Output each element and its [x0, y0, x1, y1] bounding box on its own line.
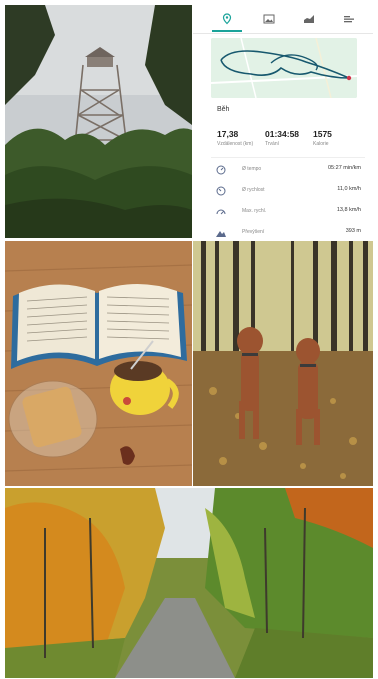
row-value: 13,8 km/h	[336, 207, 361, 213]
stat-value: 01:34:58	[265, 129, 300, 139]
active-tab-indicator	[212, 30, 242, 32]
stat-label: Kalorie	[313, 141, 329, 147]
row-label: Max. rychl.	[242, 208, 267, 214]
row-value: 05:27 min/km	[327, 165, 361, 171]
row-value: 11,0 km/h	[337, 186, 361, 192]
photo-forest-path[interactable]	[5, 488, 373, 678]
row-max-speed: Max. rychl. 13,8 km/h	[211, 204, 365, 220]
tab-chart[interactable]	[300, 10, 318, 28]
map-pin-icon	[222, 13, 232, 25]
max-speed-icon	[216, 209, 226, 215]
row-label: Ø tempo	[242, 166, 262, 172]
stat-value: 1575	[313, 129, 332, 139]
photo-book-coffee[interactable]	[5, 241, 192, 486]
tab-photos[interactable]	[260, 10, 278, 28]
tab-bar	[193, 5, 373, 34]
row-avg-speed: Ø rychlost 11,0 km/h	[211, 183, 365, 199]
route-map[interactable]	[211, 38, 357, 98]
image-icon	[263, 14, 275, 24]
chart-icon	[304, 15, 314, 23]
row-label: Ø rychlost	[242, 187, 265, 193]
stat-value: 17,38	[217, 129, 239, 139]
row-elevation: Převýšení 393 m	[211, 225, 365, 240]
stat-duration: 01:34:58 Trvání	[265, 129, 299, 147]
elevation-icon	[216, 231, 226, 237]
route-end-marker	[346, 75, 352, 81]
speed-icon	[216, 186, 226, 196]
photo-dogs-forest[interactable]	[193, 241, 373, 486]
tempo-icon	[216, 165, 226, 175]
list-icon	[344, 16, 354, 23]
tab-map[interactable]	[218, 10, 236, 28]
stat-label: Vzdálenost (km)	[217, 141, 254, 147]
row-avg-pace: Ø tempo 05:27 min/km	[211, 162, 365, 178]
activity-summary-panel: Běh 17,38 Vzdálenost (km) 01:34:58 Trván…	[193, 5, 373, 240]
photo-lookout-tower[interactable]	[5, 5, 192, 238]
stat-distance: 17,38 Vzdálenost (km)	[217, 129, 253, 147]
stat-calories: 1575 Kalorie	[313, 129, 332, 147]
divider	[211, 157, 365, 158]
activity-type-label: Běh	[217, 106, 230, 113]
tab-details[interactable]	[340, 10, 358, 28]
row-value: 393 m	[345, 228, 361, 234]
row-label: Převýšení	[242, 229, 265, 235]
stat-label: Trvání	[265, 141, 279, 147]
